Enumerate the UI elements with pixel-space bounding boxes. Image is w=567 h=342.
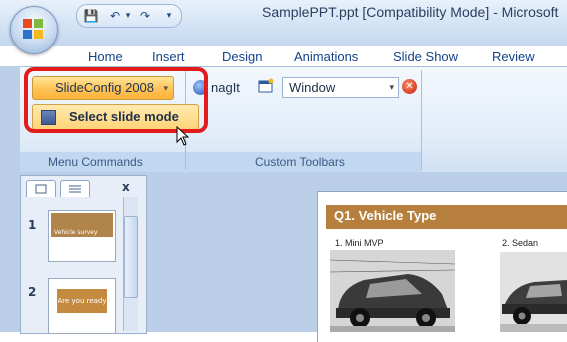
slide-thumbnail-2[interactable]: Are you ready [48,278,116,334]
office-logo-icon [23,19,43,39]
quick-access-toolbar: 💾 ↶ ▾ ↷ ▾ [76,4,182,28]
group-separator [421,70,422,170]
tab-slide-show[interactable]: Slide Show [393,49,458,64]
thumbnail-title-bar: Are you ready [57,289,107,313]
thumbnail-title: Are you ready [57,297,107,305]
mouse-cursor-icon [176,126,190,146]
slide-thumbnail-1[interactable]: Vehicle survey [48,210,116,262]
group-label-menu-commands: Menu Commands [48,155,143,169]
close-panel-button[interactable]: x [122,180,130,194]
redo-icon[interactable]: ↷ [137,8,153,24]
tab-home[interactable]: Home [88,49,123,64]
slide-title[interactable]: Q1. Vehicle Type [334,208,436,223]
group-label-custom-toolbars: Custom Toolbars [255,155,345,169]
outline-tab-icon [69,185,81,193]
capture-mode-value: Window [289,80,336,95]
window-left-edge [0,66,20,172]
customize-qat-button[interactable]: ▾ [163,8,175,24]
slide-number: 2 [28,285,37,299]
mini-mvp-car-image [330,250,455,332]
window-icon[interactable] [258,78,274,94]
slide-number: 1 [28,218,37,232]
sedan-car-image [500,252,567,332]
tab-slides[interactable] [26,180,56,197]
slides-tab-icon [35,184,47,194]
undo-dropdown-arrow[interactable]: ▾ [123,8,133,24]
tab-outline[interactable] [60,180,90,197]
snagit-label[interactable]: nagIt [211,80,240,95]
undo-icon[interactable]: ↶ [107,8,123,24]
stop-icon[interactable]: ✕ [402,79,417,94]
tab-review[interactable]: Review [492,49,535,64]
office-button[interactable] [10,6,58,54]
chevron-down-icon: ▾ [389,82,394,92]
tab-animations[interactable]: Animations [294,49,358,64]
scrollbar-thumb[interactable] [124,216,138,298]
option-label: 1. Mini MVP [335,238,384,248]
red-highlight-outline [24,67,208,133]
thumbnail-title: Vehicle survey [54,229,98,236]
save-icon[interactable]: 💾 [83,8,99,24]
thumbnail-title-bar: Vehicle survey [51,213,113,237]
window-title: SamplePPT.ppt [Compatibility Mode] - Mic… [262,4,559,20]
tab-design[interactable]: Design [222,49,262,64]
option-label: 2. Sedan [502,238,539,248]
tab-insert[interactable]: Insert [152,49,185,64]
capture-mode-select[interactable]: Window ▾ [282,77,399,98]
